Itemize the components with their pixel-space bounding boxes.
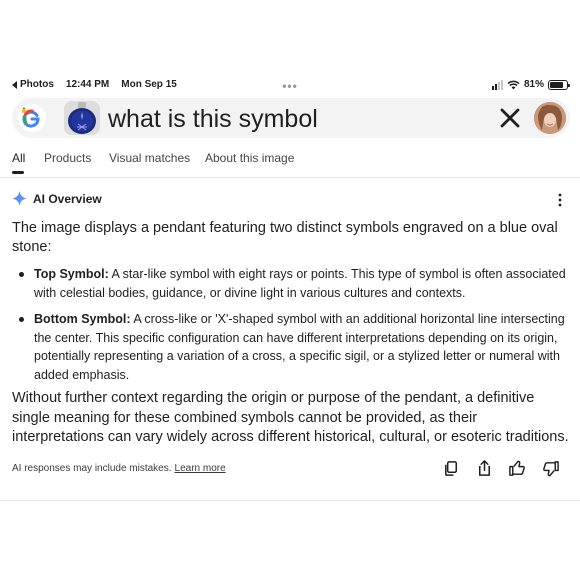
status-date: Mon Sep 15 (121, 79, 177, 90)
list-item-term: Bottom Symbol: (34, 312, 131, 326)
close-icon[interactable] (497, 105, 523, 131)
active-tab-indicator (12, 171, 24, 174)
disclaimer-text: AI responses may include mistakes. (12, 463, 172, 474)
avatar[interactable] (534, 102, 566, 134)
copy-icon[interactable] (442, 459, 461, 478)
back-app-label: Photos (20, 79, 54, 90)
tab-all[interactable]: All (12, 151, 25, 165)
feedback-actions (442, 459, 560, 478)
ai-disclaimer: AI responses may include mistakes. Learn … (12, 463, 226, 474)
google-lens-logo[interactable] (18, 104, 46, 132)
learn-more-link[interactable]: Learn more (175, 463, 226, 474)
back-to-app[interactable]: Photos (12, 79, 54, 90)
list-item-term: Top Symbol: (34, 267, 109, 281)
thumbs-up-icon[interactable] (508, 459, 527, 478)
tab-products[interactable]: Products (44, 151, 91, 165)
tabs-divider (0, 177, 580, 178)
list-item: Top Symbol: A star-like symbol with eigh… (12, 265, 572, 302)
more-vert-icon[interactable] (555, 191, 565, 209)
google-g-icon (21, 107, 40, 128)
section-divider (0, 500, 580, 501)
ai-overview-closing: Without further context regarding the or… (12, 390, 569, 445)
share-icon[interactable] (475, 459, 494, 478)
multitask-dots-icon[interactable]: ••• (282, 79, 298, 93)
back-arrow-icon (12, 80, 17, 89)
tab-about-this-image[interactable]: About this image (205, 151, 294, 165)
ai-overview-intro: The image displays a pendant featuring t… (12, 220, 558, 255)
list-item: Bottom Symbol: A cross-like or 'X'-shape… (12, 310, 572, 384)
list-item-text: A star-like symbol with eight rays or po… (34, 267, 566, 300)
wifi-icon (507, 80, 520, 89)
query-image-thumbnail[interactable] (64, 101, 100, 135)
tab-visual-matches[interactable]: Visual matches (109, 151, 190, 165)
status-bar: Photos 12:44 PM Mon Sep 15 ••• 81% (12, 79, 570, 95)
ai-overview-header: AI Overview (12, 191, 102, 206)
search-query[interactable]: what is this symbol (108, 105, 318, 134)
ai-overview-title: AI Overview (33, 191, 102, 206)
status-time: 12:44 PM (65, 79, 110, 90)
search-bar[interactable]: what is this symbol (12, 98, 570, 138)
sparkle-icon (12, 191, 27, 206)
thumbs-down-icon[interactable] (541, 459, 560, 478)
symbol-list: Top Symbol: A star-like symbol with eigh… (12, 265, 572, 384)
battery-percent: 81% (523, 79, 544, 90)
signal-icon (491, 79, 503, 90)
battery-icon (548, 79, 570, 90)
ai-overview-body: The image displays a pendant featuring t… (12, 219, 572, 392)
